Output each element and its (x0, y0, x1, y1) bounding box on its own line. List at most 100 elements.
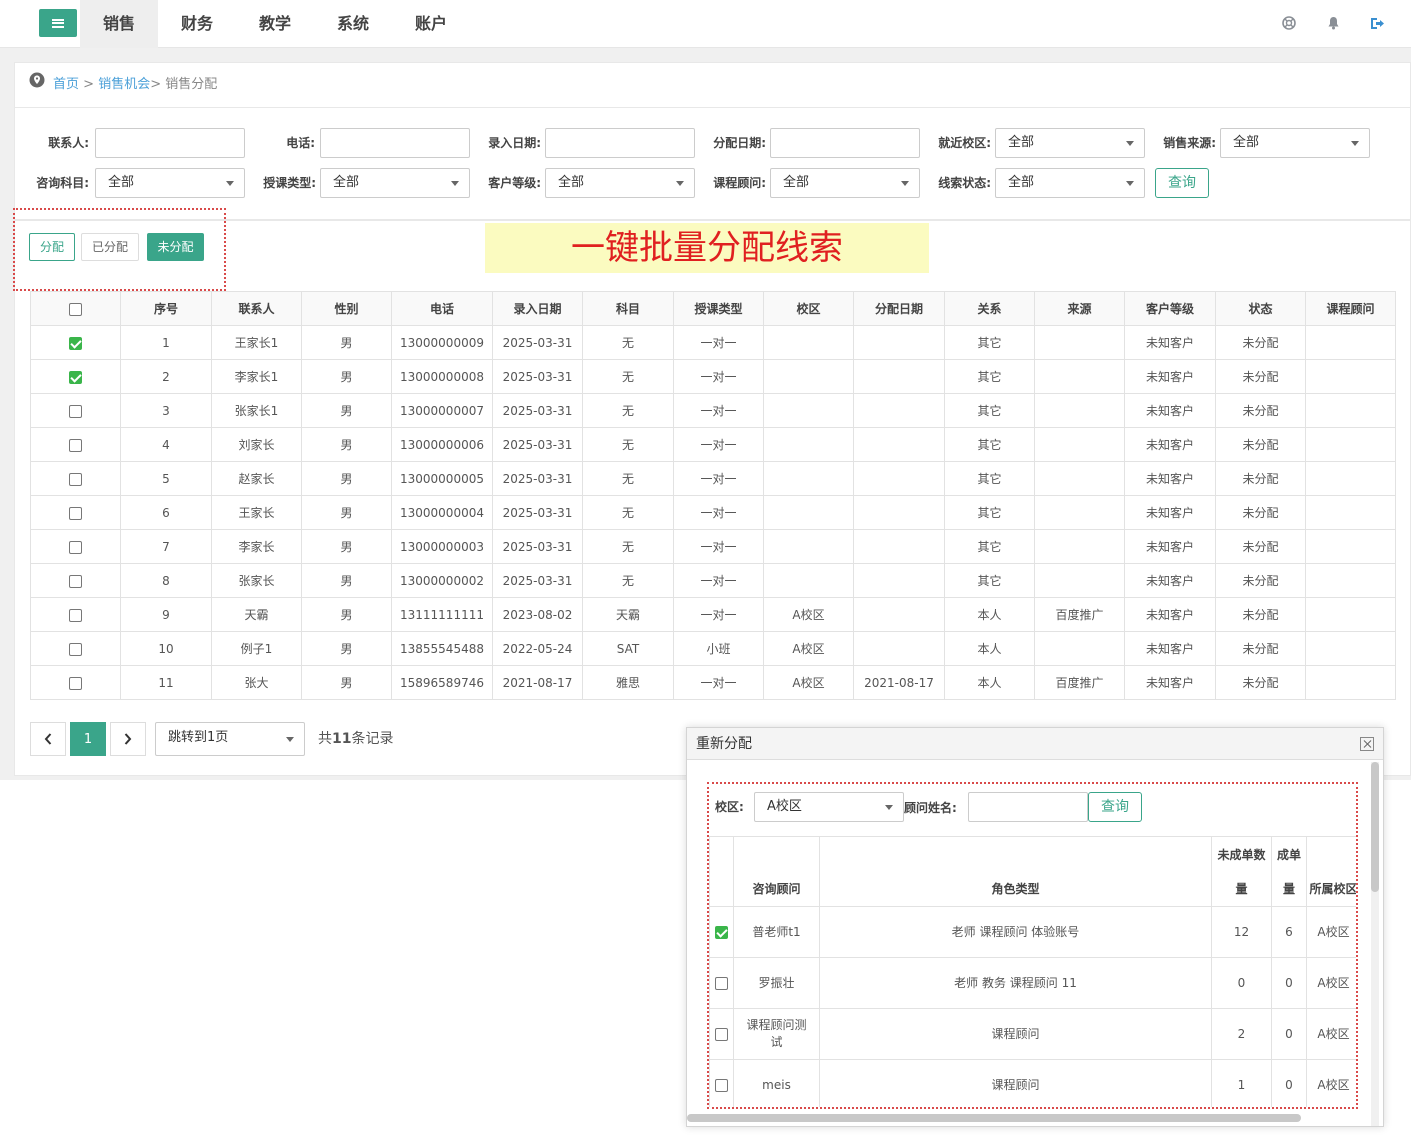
row-checkbox[interactable] (715, 1027, 728, 1041)
horizontal-scrollbar[interactable] (687, 1114, 1301, 1122)
column-header: 分配日期 (853, 291, 945, 326)
table-cell: 其它 (944, 529, 1035, 564)
row-checkbox[interactable] (69, 370, 82, 384)
close-icon[interactable] (1360, 737, 1374, 751)
table-cell: 其它 (944, 393, 1035, 428)
table-cell: 王家长1 (211, 325, 302, 360)
lead-status-select[interactable]: 全部 (995, 168, 1145, 198)
main-nav: 销售 财务 教学 系统 账户 (80, 0, 470, 48)
table-cell (1034, 563, 1125, 598)
prev-page-button[interactable] (30, 722, 66, 756)
campus-select[interactable]: 全部 (995, 128, 1145, 158)
row-checkbox[interactable] (69, 404, 82, 418)
table-cell: 13000000006 (391, 427, 493, 462)
tab-unassigned[interactable]: 未分配 (147, 233, 204, 261)
row-checkbox[interactable] (69, 642, 82, 656)
modal-query-button[interactable]: 查询 (1088, 792, 1142, 822)
row-checkbox[interactable] (715, 925, 728, 939)
row-checkbox[interactable] (69, 336, 82, 350)
help-ring-icon[interactable] (1279, 14, 1299, 32)
breadcrumb-parent-link[interactable]: 销售机会 (98, 63, 150, 107)
entry-date-input[interactable] (545, 128, 695, 158)
table-cell: 一对一 (673, 563, 764, 598)
hamburger-icon[interactable] (39, 9, 77, 37)
column-header: 所属校区 (1306, 836, 1356, 907)
entry-date-label: 录入日期: (488, 136, 541, 150)
row-checkbox[interactable] (69, 574, 82, 588)
table-cell (1034, 495, 1125, 530)
table-cell: 6 (120, 495, 212, 530)
row-checkbox[interactable] (715, 976, 728, 990)
table-cell: 一对一 (673, 325, 764, 360)
contact-input[interactable] (95, 128, 245, 158)
table-cell (853, 393, 945, 428)
row-checkbox[interactable] (715, 1078, 728, 1092)
level-select[interactable]: 全部 (545, 168, 695, 198)
nav-item-teaching[interactable]: 教学 (236, 0, 314, 48)
chevron-left-icon (44, 733, 52, 745)
column-header: 状态 (1215, 291, 1306, 326)
table-cell (853, 495, 945, 530)
table-cell: 百度推广 (1034, 665, 1125, 700)
table-cell: 5 (120, 461, 212, 496)
nav-item-system[interactable]: 系统 (314, 0, 392, 48)
row-checkbox[interactable] (69, 676, 82, 690)
next-page-button[interactable] (110, 722, 146, 756)
advisor-select[interactable]: 全部 (770, 168, 920, 198)
pagination: 1 跳转到1页 共11条记录 (30, 722, 393, 756)
row-checkbox[interactable] (69, 472, 82, 486)
top-right-icons (1279, 14, 1387, 32)
subject-select[interactable]: 全部 (95, 168, 245, 198)
page-number-button[interactable]: 1 (70, 722, 106, 756)
row-checkbox[interactable] (69, 608, 82, 622)
table-cell: 李家长1 (211, 359, 302, 394)
class-type-label: 授课类型: (263, 176, 316, 190)
table-cell: 老师 课程顾问 体验账号 (819, 906, 1212, 958)
advisor-name-input[interactable] (968, 792, 1088, 822)
column-header: 课程顾问 (1305, 291, 1396, 326)
select-all-checkbox[interactable] (69, 302, 82, 316)
breadcrumb-home-link[interactable]: 首页 (53, 63, 79, 107)
table-cell: 男 (301, 597, 392, 632)
source-select[interactable]: 全部 (1220, 128, 1370, 158)
table-cell: 未知客户 (1124, 427, 1216, 462)
table-cell (853, 563, 945, 598)
table-cell: 2025-03-31 (492, 495, 583, 530)
logout-icon[interactable] (1367, 14, 1387, 32)
row-checkbox[interactable] (69, 506, 82, 520)
level-select-value: 全部 (558, 175, 585, 190)
table-cell: 13000000007 (391, 393, 493, 428)
modal-campus-select[interactable]: A校区 (754, 792, 904, 822)
table-cell (1305, 495, 1396, 530)
table-cell: A校区 (1306, 957, 1356, 1009)
jump-page-value: 跳转到1页 (168, 730, 229, 745)
class-type-select[interactable]: 全部 (320, 168, 470, 198)
nav-item-account[interactable]: 账户 (392, 0, 470, 48)
row-select-cell (709, 906, 734, 958)
table-cell: 未分配 (1215, 631, 1306, 666)
table-cell: 2025-03-31 (492, 325, 583, 360)
vertical-scrollbar[interactable] (1371, 762, 1379, 1126)
table-cell: 13000000004 (391, 495, 493, 530)
scrollbar-thumb[interactable] (1371, 762, 1379, 892)
row-select-cell (30, 631, 121, 666)
jump-page-select[interactable]: 跳转到1页 (155, 722, 305, 756)
column-header: 未成单数量 (1211, 836, 1272, 907)
bell-icon[interactable] (1323, 14, 1343, 32)
tab-assigned[interactable]: 已分配 (81, 233, 139, 261)
nav-item-finance[interactable]: 财务 (158, 0, 236, 48)
table-row: 普老师t1 老师 课程顾问 体验账号 12 6 A校区 (709, 906, 1356, 958)
table-cell (763, 495, 854, 530)
chevron-down-icon (901, 181, 909, 186)
nav-item-sales[interactable]: 销售 (80, 0, 158, 48)
table-cell: 13111111111 (391, 597, 493, 632)
row-checkbox[interactable] (69, 438, 82, 452)
table-cell: 未知客户 (1124, 631, 1216, 666)
phone-input[interactable] (320, 128, 470, 158)
assign-button[interactable]: 分配 (29, 233, 75, 261)
query-button[interactable]: 查询 (1155, 168, 1209, 198)
assign-date-input[interactable] (770, 128, 920, 158)
table-cell: 未知客户 (1124, 597, 1216, 632)
table-cell (1305, 359, 1396, 394)
row-checkbox[interactable] (69, 540, 82, 554)
